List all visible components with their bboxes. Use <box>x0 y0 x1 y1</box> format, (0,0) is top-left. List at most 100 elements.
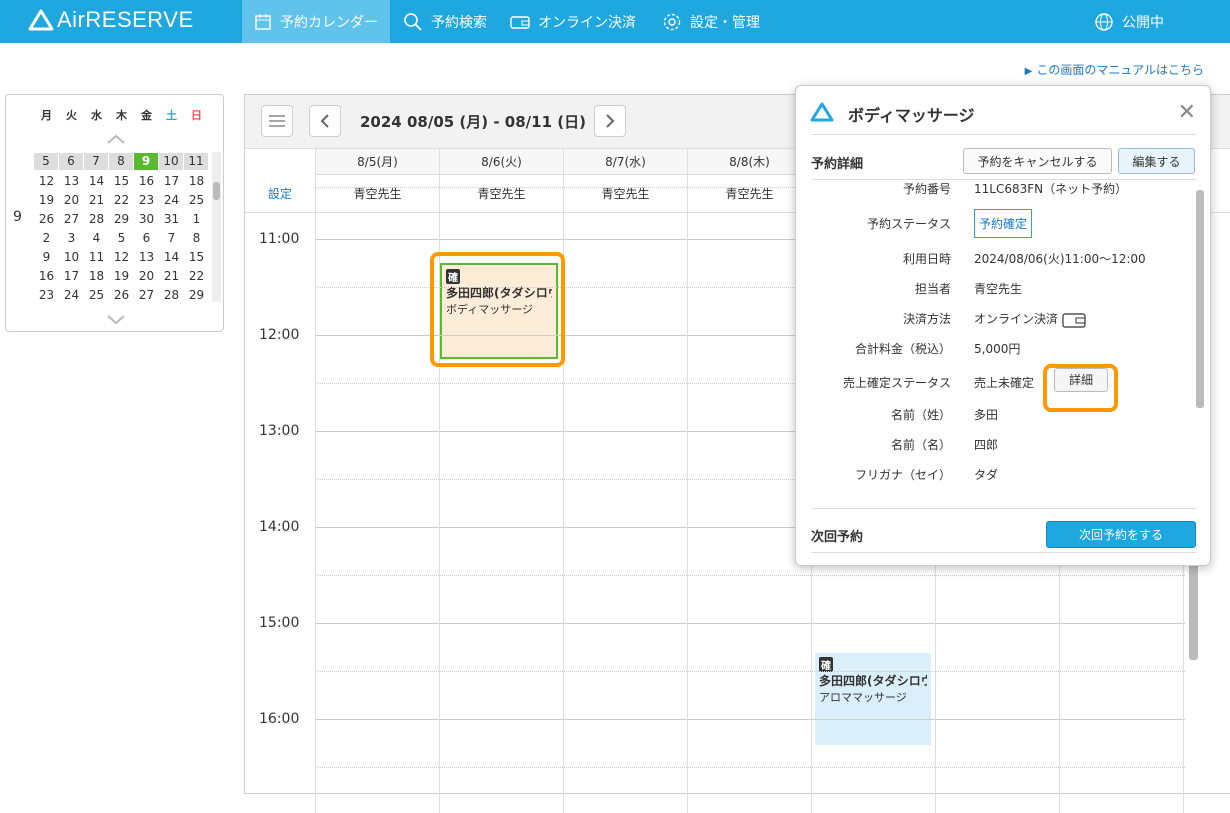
mini-calendar-day[interactable]: 13 <box>134 250 159 264</box>
mini-calendar-day[interactable]: 14 <box>84 174 109 188</box>
mini-calendar-day[interactable]: 27 <box>59 212 84 226</box>
detail-label: 決済方法 <box>902 312 951 326</box>
mini-calendar-day[interactable]: 14 <box>159 250 184 264</box>
mini-calendar-day[interactable]: 1 <box>184 212 209 226</box>
mini-calendar-day[interactable]: 4 <box>84 231 109 245</box>
mini-calendar-day[interactable]: 20 <box>59 193 84 207</box>
mini-calendar-day[interactable]: 28 <box>84 212 109 226</box>
nav-search[interactable]: 予約検索 <box>391 0 499 43</box>
mini-calendar-day[interactable]: 18 <box>184 174 209 188</box>
mini-calendar-day[interactable]: 21 <box>159 269 184 283</box>
mini-calendar-day[interactable]: 29 <box>109 212 134 226</box>
calendar-scrollbar[interactable] <box>1189 560 1198 660</box>
next-week-button[interactable] <box>594 105 626 137</box>
mini-calendar-day[interactable]: 8 <box>109 153 134 170</box>
mini-calendar-day[interactable]: 26 <box>109 288 134 302</box>
mini-calendar-day[interactable]: 9 <box>34 250 59 264</box>
mini-calendar-day[interactable]: 5 <box>109 231 134 245</box>
mini-calendar-day[interactable]: 17 <box>59 269 84 283</box>
mini-calendar-day[interactable]: 26 <box>34 212 59 226</box>
mini-calendar-day[interactable]: 12 <box>109 250 134 264</box>
mini-calendar-day[interactable]: 16 <box>34 269 59 283</box>
mini-calendar-day[interactable]: 5 <box>34 153 59 170</box>
mini-calendar-day[interactable]: 11 <box>84 250 109 264</box>
scrollbar-thumb[interactable] <box>213 182 220 200</box>
nav-payment[interactable]: オンライン決済 <box>498 0 648 43</box>
mini-calendar-day[interactable]: 15 <box>109 174 134 188</box>
menu-button[interactable] <box>261 105 293 137</box>
mini-calendar-day[interactable]: 13 <box>59 174 84 188</box>
mini-calendar-day[interactable]: 10 <box>159 153 184 170</box>
mini-calendar-day[interactable]: 20 <box>134 269 159 283</box>
mini-calendar-day[interactable]: 24 <box>59 288 84 302</box>
public-status[interactable]: 公開中 <box>1082 0 1176 43</box>
nav-payment-label: オンライン決済 <box>538 14 636 31</box>
detail-value: 5,000円 <box>974 340 1020 357</box>
mini-calendar-day[interactable]: 12 <box>34 174 59 188</box>
mini-calendar-day[interactable]: 3 <box>59 231 84 245</box>
mini-calendar-day[interactable]: 17 <box>159 174 184 188</box>
mini-calendar-day[interactable]: 21 <box>84 193 109 207</box>
mini-calendar-day[interactable]: 10 <box>59 250 84 264</box>
mini-calendar-day[interactable]: 22 <box>184 269 209 283</box>
mini-calendar-day[interactable]: 9 <box>134 153 159 170</box>
mini-calendar-day[interactable]: 29 <box>184 288 209 302</box>
appointment-card[interactable]: 確 多田四郎(タダシロウ アロママッサージ <box>815 653 931 745</box>
mini-calendar-day[interactable]: 6 <box>59 153 84 170</box>
mini-calendar-scrollbar[interactable] <box>212 152 221 302</box>
nav-calendar-label: 予約カレンダー <box>280 14 378 31</box>
day-column-line <box>687 213 688 813</box>
mini-calendar-day[interactable]: 25 <box>184 193 209 207</box>
play-icon: ▶ <box>1024 66 1033 77</box>
mini-calendar-day[interactable]: 15 <box>184 250 209 264</box>
detail-value-text: 5,000円 <box>974 342 1021 356</box>
mini-calendar-day[interactable]: 6 <box>134 231 159 245</box>
mini-calendar-week: 26 27 28 29 30 31 1 <box>34 209 209 228</box>
chevron-up-icon[interactable] <box>106 133 126 145</box>
detail-label: 名前（姓） <box>890 408 951 422</box>
mini-calendar-day[interactable]: 31 <box>159 212 184 226</box>
chevron-down-icon[interactable] <box>106 313 126 325</box>
app-logo[interactable]: AirRESERVE <box>28 7 194 33</box>
gear-icon <box>663 13 681 30</box>
next-reservation-button[interactable]: 次回予約をする <box>1046 521 1196 548</box>
weekday-label: 火 <box>66 109 77 122</box>
popup-scrollbar[interactable] <box>1196 190 1204 408</box>
settings-link[interactable]: 設定 <box>245 175 315 212</box>
nav-settings[interactable]: 設定・管理 <box>650 0 772 43</box>
prev-week-button[interactable] <box>309 105 341 137</box>
mini-calendar-day[interactable]: 18 <box>84 269 109 283</box>
mini-calendar-day[interactable]: 19 <box>109 269 134 283</box>
detail-label: 予約ステータス <box>866 217 951 231</box>
mini-calendar-day[interactable]: 2 <box>34 231 59 245</box>
edit-button[interactable]: 編集する <box>1118 148 1195 174</box>
staff-name: 青空先生 <box>439 175 563 212</box>
divider <box>811 134 1196 135</box>
cancel-reservation-button[interactable]: 予約をキャンセルする <box>963 148 1112 174</box>
mini-calendar-day[interactable]: 24 <box>159 193 184 207</box>
detail-value: 青空先生 <box>974 280 1022 297</box>
mini-calendar-day[interactable]: 19 <box>34 193 59 207</box>
mini-calendar-day[interactable]: 30 <box>134 212 159 226</box>
mini-calendar-day[interactable]: 25 <box>84 288 109 302</box>
chevron-right-icon <box>606 114 615 128</box>
close-icon[interactable]: ✕ <box>1178 100 1196 125</box>
mini-calendar-day[interactable]: 22 <box>109 193 134 207</box>
mini-calendar-day[interactable]: 11 <box>184 153 209 170</box>
staff-name: 青空先生 <box>563 175 687 212</box>
manual-link[interactable]: ▶ この画面のマニュアルはこちら <box>1025 61 1204 78</box>
mini-calendar-day[interactable]: 28 <box>159 288 184 302</box>
mini-calendar-day[interactable]: 27 <box>134 288 159 302</box>
wallet-icon <box>510 15 530 29</box>
weekday-label: 木 <box>116 109 127 122</box>
mini-calendar-day[interactable]: 16 <box>134 174 159 188</box>
mini-calendar-day[interactable]: 23 <box>34 288 59 302</box>
time-label: 12:00 <box>259 327 300 343</box>
mini-calendar-day[interactable]: 8 <box>184 231 209 245</box>
nav-calendar[interactable]: 予約カレンダー <box>242 0 390 43</box>
status-badge: 予約確定 <box>974 209 1033 238</box>
mini-calendar-day[interactable]: 23 <box>134 193 159 207</box>
mini-calendar-day[interactable]: 7 <box>159 231 184 245</box>
date-range: 2024 08/05 (月) - 08/11 (日) <box>360 113 586 131</box>
mini-calendar-day[interactable]: 7 <box>84 153 109 170</box>
